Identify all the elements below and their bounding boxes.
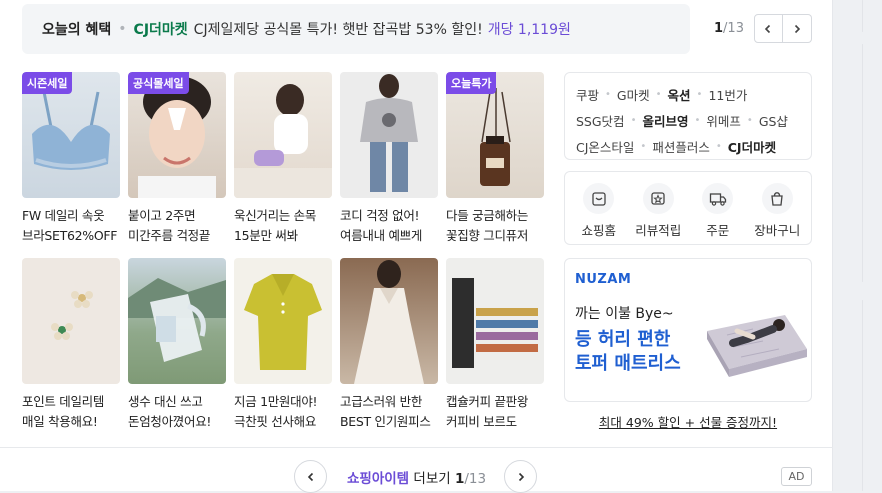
mall-link-oliveyoung[interactable]: 올리브영	[642, 111, 688, 130]
shopping-footer-pager: 쇼핑아이템 더보기 1/13	[294, 460, 538, 493]
product-card[interactable]: 코디 걱정 없어! 여름내내 예쁘게	[340, 72, 438, 246]
chevron-left-icon	[307, 472, 313, 481]
earrings-illustration	[51, 291, 93, 340]
product-card[interactable]: 공식몰세일 붙이고 2주면 미간주름 걱정끝	[128, 72, 226, 246]
menu-orders[interactable]: 주문	[690, 172, 746, 244]
product-card[interactable]: 캡슐커피 끝판왕 커피비 보르도	[446, 258, 544, 432]
product-image[interactable]	[340, 258, 438, 384]
capsule-coffee-illustration	[452, 278, 538, 368]
prev-page-button[interactable]	[294, 460, 327, 493]
product-caption: FW 데일리 속옷 브라SET62%OFF	[22, 208, 118, 243]
banner-description: CJ제일제당 공식몰 특가! 햇반 잡곡밥 53% 할인!	[193, 22, 483, 38]
product-card[interactable]: 고급스러워 반한 BEST 인기원피스	[340, 258, 438, 432]
sweatshirt-outfit-illustration	[360, 74, 418, 192]
product-caption: 지금 1만원대야! 극찬핏 선사해요	[234, 394, 318, 429]
mall-link-auction[interactable]: 옥션	[668, 85, 691, 104]
mall-link-gsshop[interactable]: GS샵	[759, 111, 788, 130]
menu-review-reward[interactable]: 리뷰적립	[630, 172, 686, 244]
next-page-button[interactable]	[504, 460, 538, 493]
product-image[interactable]	[234, 72, 332, 198]
product-caption: 고급스러워 반한 BEST 인기원피스	[340, 394, 431, 429]
menu-shopping-home[interactable]: 쇼핑홈	[571, 172, 627, 244]
product-card[interactable]: 시즌세일 FW 데일리 속옷 브라SET62%OFF	[22, 72, 120, 246]
chevron-right-icon	[518, 472, 524, 481]
product-image[interactable]	[446, 258, 544, 384]
product-tag: 공식몰세일	[128, 72, 189, 94]
shopping-panel: 오늘의 혜택 • CJ더마켓 CJ제일제당 공식몰 특가! 햇반 잡곡밥 53%…	[0, 0, 833, 493]
dress-illustration	[354, 260, 424, 384]
product-card[interactable]: 생수 대신 쓰고 돈엄청아꼈어요!	[128, 258, 226, 432]
shopping-menu: 쇼핑홈 리뷰적립 주문 장바구니	[564, 171, 812, 245]
separator-dot: •	[118, 21, 127, 37]
product-image[interactable]	[234, 258, 332, 384]
mattress-image	[707, 315, 807, 377]
ad-banner[interactable]: NUZAM 까는 이불 Bye~ 등 허리 편한 토퍼 매트리스	[564, 258, 812, 402]
banner-pager: 1/13	[714, 14, 812, 43]
mall-link-cjthemarket[interactable]: CJ더마켓	[728, 137, 776, 156]
product-image[interactable]: 공식몰세일	[128, 72, 226, 198]
mall-link-fashionplus[interactable]: 패션플러스	[652, 137, 710, 156]
wrist-massager-illustration	[234, 84, 332, 198]
menu-label: 주문	[706, 223, 730, 238]
shopping-mall-links: 쿠팡 • G마켓 • 옥션 • 11번가 SSG닷컴 • 올리브영 • 위메프 • GS샵 …	[564, 72, 812, 160]
ad-badge[interactable]: AD	[781, 467, 812, 486]
ad-line1: 까는 이불 Bye~	[575, 306, 674, 322]
product-caption: 코디 걱정 없어! 여름내내 예쁘게	[340, 208, 423, 243]
right-card-top	[862, 0, 863, 32]
product-caption: 포인트 데일리템 매일 착용해요!	[22, 394, 105, 429]
delivery-truck-icon	[702, 183, 734, 214]
menu-label: 쇼핑홈	[581, 223, 616, 238]
product-caption: 다들 궁금해하는 꽃집향 그디퓨저	[446, 208, 529, 243]
shopping-bag-icon	[761, 183, 793, 214]
product-image[interactable]	[22, 258, 120, 384]
product-card[interactable]: 포인트 데일리템 매일 착용해요!	[22, 258, 120, 432]
more-shopping-items-link[interactable]: 쇼핑아이템 더보기 1/13	[347, 467, 486, 487]
menu-label: 장바구니	[754, 223, 801, 238]
chevron-right-icon	[794, 24, 801, 33]
menu-cart[interactable]: 장바구니	[749, 172, 805, 244]
product-image[interactable]: 시즌세일	[22, 72, 120, 198]
product-card[interactable]: 욱신거리는 손목 15분만 써봐	[234, 72, 332, 246]
mall-link-gmarket[interactable]: G마켓	[617, 85, 650, 104]
ad-promo-link[interactable]: 최대 49% 할인 + 선물 증정까지!	[564, 412, 812, 431]
banner-label: 오늘의 혜택	[42, 22, 112, 38]
product-caption: 캡슐커피 끝판왕 커피비 보르도	[446, 394, 529, 429]
chevron-left-icon	[765, 24, 771, 33]
polo-shirt-illustration	[244, 274, 322, 370]
ad-brand-logo: NUZAM	[575, 272, 632, 287]
mall-link-11st[interactable]: 11번가	[708, 85, 747, 104]
ad-headline: 등 허리 편한 토퍼 매트리스	[575, 329, 681, 374]
review-reward-icon	[642, 183, 674, 214]
today-benefit-banner[interactable]: 오늘의 혜택 • CJ더마켓 CJ제일제당 공식몰 특가! 햇반 잡곡밥 53%…	[22, 4, 690, 54]
footer-divider	[0, 447, 833, 448]
banner-prev-button[interactable]	[753, 14, 783, 43]
product-caption: 욱신거리는 손목 15분만 써봐	[234, 208, 317, 243]
product-image[interactable]	[340, 72, 438, 198]
right-card-middle	[862, 44, 863, 282]
mall-link-ssg[interactable]: SSG닷컴	[576, 111, 625, 130]
right-card-bottom	[862, 300, 863, 491]
product-caption: 붙이고 2주면 미간주름 걱정끝	[128, 208, 211, 243]
banner-page-count: 1/13	[714, 21, 744, 36]
mall-link-coupang[interactable]: 쿠팡	[576, 85, 599, 104]
menu-label: 리뷰적립	[635, 223, 682, 238]
mall-link-cjonstyle[interactable]: CJ온스타일	[576, 137, 634, 156]
product-card[interactable]: 지금 1만원대야! 극찬핏 선사해요	[234, 258, 332, 432]
product-card[interactable]: 오늘특가 다들 궁금해하는 꽃집향 그디퓨저	[446, 72, 544, 246]
shopping-home-icon	[583, 183, 615, 214]
product-caption: 생수 대신 쓰고 돈엄청아꼈어요!	[128, 394, 212, 429]
mall-link-wemakeprice[interactable]: 위메프	[706, 111, 741, 130]
banner-price: 개당 1,119원	[487, 22, 571, 38]
banner-next-button[interactable]	[782, 14, 812, 43]
water-pitcher-illustration	[128, 278, 226, 362]
product-image[interactable]	[128, 258, 226, 384]
product-tag: 시즌세일	[22, 72, 73, 94]
banner-brand: CJ더마켓	[133, 22, 188, 38]
product-image[interactable]: 오늘특가	[446, 72, 544, 198]
product-tag: 오늘특가	[446, 72, 497, 94]
